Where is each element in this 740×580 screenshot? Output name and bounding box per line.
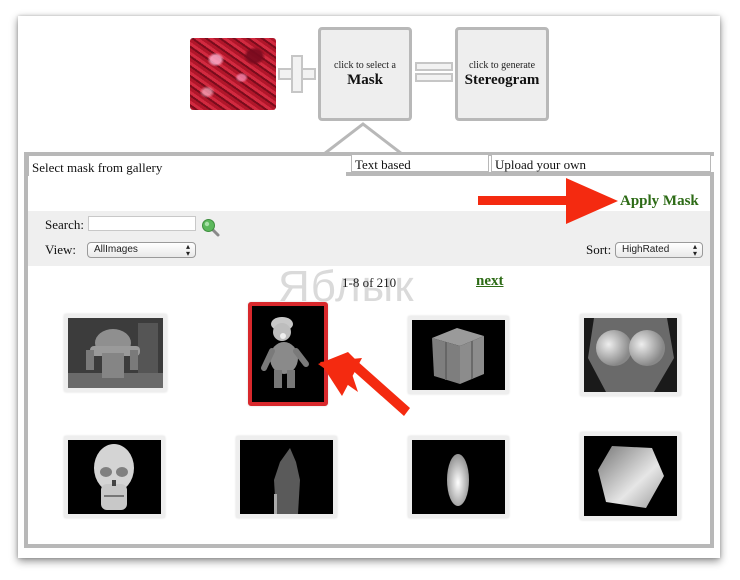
- tab-gallery[interactable]: Select mask from gallery: [28, 156, 346, 178]
- gallery-thumb-skull[interactable]: [64, 436, 165, 518]
- apply-mask-button[interactable]: Apply Mask: [620, 193, 699, 210]
- generate-title: Stereogram: [464, 72, 540, 88]
- pagination-status: 1-8 of 210: [342, 275, 397, 290]
- gallery-thumb-figure[interactable]: [408, 436, 509, 518]
- gorilla-depth-image: [68, 318, 163, 388]
- view-label: View:: [45, 242, 76, 257]
- view-select[interactable]: AllImages ▴ ▾: [87, 242, 196, 258]
- generate-hint: click to generate: [468, 60, 536, 71]
- search-label: Search:: [45, 217, 84, 232]
- gallery-thumb-crate[interactable]: [408, 316, 509, 394]
- plus-icon: [278, 55, 316, 93]
- gallery-thumb-torso[interactable]: [580, 314, 681, 396]
- select-mask-hint: click to select a: [334, 60, 396, 71]
- cube-depth-image: [584, 436, 677, 516]
- search-button[interactable]: [201, 218, 221, 238]
- select-mask-button[interactable]: click to select a Mask: [318, 27, 412, 121]
- torso-depth-image: [584, 318, 677, 392]
- sort-select-value: HighRated: [622, 244, 670, 255]
- sort-select[interactable]: HighRated ▴ ▾: [615, 242, 703, 258]
- gallery-thumb-warrior[interactable]: [236, 436, 337, 518]
- sort-label: Sort:: [586, 242, 612, 257]
- texture-image[interactable]: [190, 38, 276, 110]
- updown-chevron-icon: ▴ ▾: [692, 242, 697, 258]
- crate-depth-image: [412, 320, 505, 390]
- updown-chevron-icon: ▴ ▾: [185, 242, 190, 258]
- magnifier-icon: [202, 219, 220, 237]
- tab-text-based[interactable]: Text based: [351, 154, 489, 172]
- tab-upload[interactable]: Upload your own: [491, 154, 711, 172]
- next-page-link[interactable]: next: [476, 273, 504, 290]
- gallery-thumb-cube[interactable]: [580, 432, 681, 520]
- equals-icon: [415, 62, 453, 84]
- search-input[interactable]: [88, 216, 196, 231]
- view-select-value: AllImages: [94, 244, 138, 255]
- tab-pointer-caret: [323, 122, 403, 154]
- gallery-thumb-gorilla[interactable]: [64, 314, 167, 392]
- select-mask-title: Mask: [347, 72, 383, 88]
- skull-depth-image: [68, 440, 161, 514]
- warrior-depth-image: [240, 440, 333, 514]
- generate-stereogram-button[interactable]: click to generate Stereogram: [455, 27, 549, 121]
- luigi-depth-image: [252, 306, 324, 402]
- gallery-thumb-luigi[interactable]: [248, 302, 328, 406]
- figure-depth-image: [412, 440, 505, 514]
